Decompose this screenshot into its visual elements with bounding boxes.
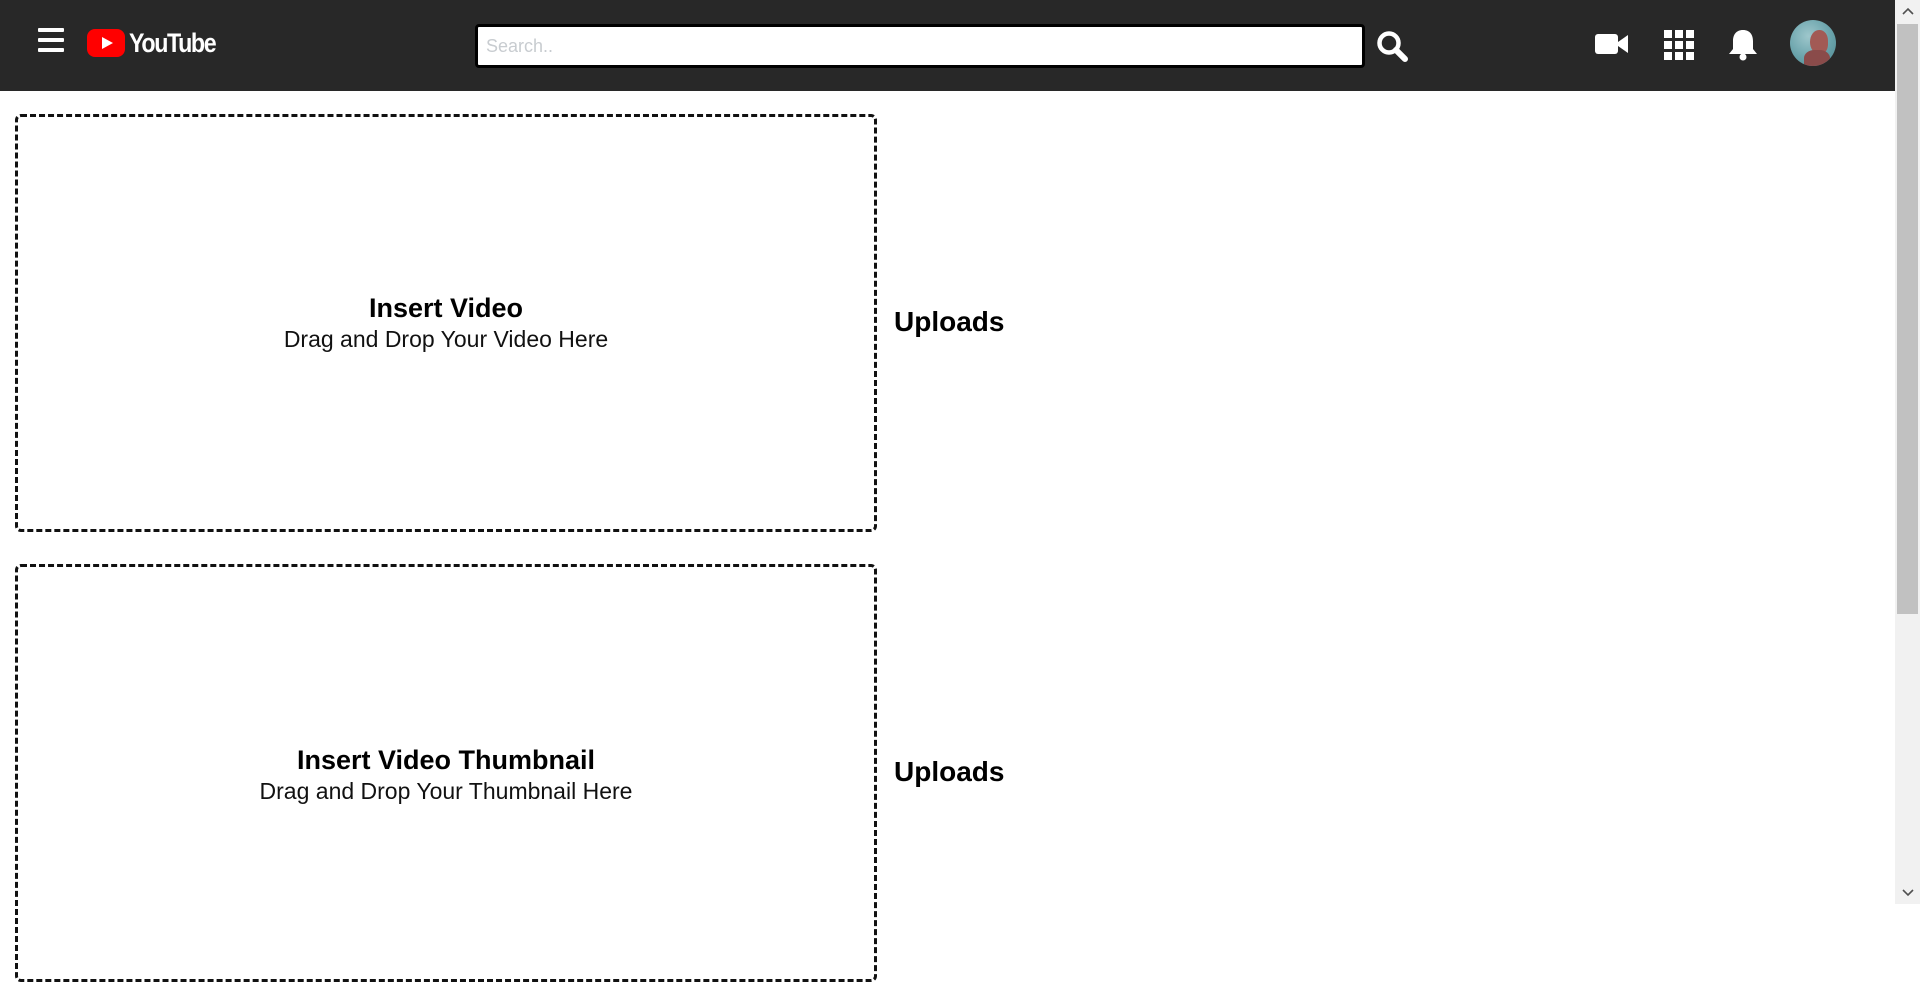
scrollbar-thumb[interactable]: [1897, 24, 1918, 614]
thumbnail-dropzone[interactable]: Insert Video Thumbnail Drag and Drop You…: [15, 564, 877, 982]
avatar[interactable]: [1790, 20, 1836, 66]
search-input[interactable]: [475, 24, 1365, 68]
bell-icon[interactable]: [1723, 24, 1763, 64]
scroll-down-arrow-icon[interactable]: [1895, 882, 1920, 904]
video-dropzone[interactable]: Insert Video Drag and Drop Your Video He…: [15, 114, 877, 532]
video-camera-icon[interactable]: [1592, 24, 1632, 64]
scroll-up-arrow-icon[interactable]: [1895, 0, 1920, 22]
video-dropzone-subtitle: Drag and Drop Your Video Here: [283, 326, 609, 352]
youtube-play-icon: [87, 29, 125, 57]
search-icon[interactable]: [1374, 28, 1410, 64]
thumbnail-uploads-label: Uploads: [894, 756, 1005, 787]
apps-grid-icon[interactable]: [1660, 24, 1700, 64]
video-dropzone-title: Insert Video: [368, 293, 524, 323]
logo-text: YouTube: [129, 27, 217, 58]
thumbnail-dropzone-subtitle: Drag and Drop Your Thumbnail Here: [259, 778, 633, 804]
youtube-logo[interactable]: YouTube: [87, 26, 229, 60]
top-navigation-bar: YouTube: [0, 0, 1895, 91]
vertical-scrollbar[interactable]: [1895, 0, 1920, 904]
video-uploads-label: Uploads: [894, 306, 1005, 337]
thumbnail-dropzone-title: Insert Video Thumbnail: [296, 745, 596, 775]
menu-icon[interactable]: [36, 28, 66, 58]
